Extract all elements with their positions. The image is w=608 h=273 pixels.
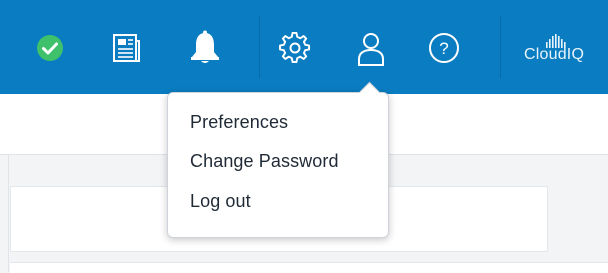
content-panel-lower bbox=[10, 262, 608, 273]
check-circle-icon[interactable] bbox=[35, 33, 65, 63]
content-left-border bbox=[8, 155, 9, 272]
news-icon[interactable] bbox=[112, 32, 142, 64]
top-nav-bar: ? CloudIQ bbox=[0, 0, 608, 94]
menu-item-log-out[interactable]: Log out bbox=[190, 191, 251, 212]
brand-name: CloudIQ bbox=[524, 46, 585, 63]
user-dropdown-menu: Preferences Change Password Log out bbox=[167, 81, 389, 238]
help-icon[interactable]: ? bbox=[428, 32, 460, 64]
svg-text:?: ? bbox=[439, 39, 448, 58]
gear-icon[interactable] bbox=[279, 32, 311, 64]
user-icon[interactable] bbox=[355, 31, 387, 67]
menu-item-preferences[interactable]: Preferences bbox=[190, 112, 288, 133]
cloudiq-logo[interactable]: CloudIQ bbox=[524, 30, 608, 70]
bell-icon[interactable] bbox=[188, 30, 222, 66]
menu-item-change-password[interactable]: Change Password bbox=[190, 151, 339, 172]
